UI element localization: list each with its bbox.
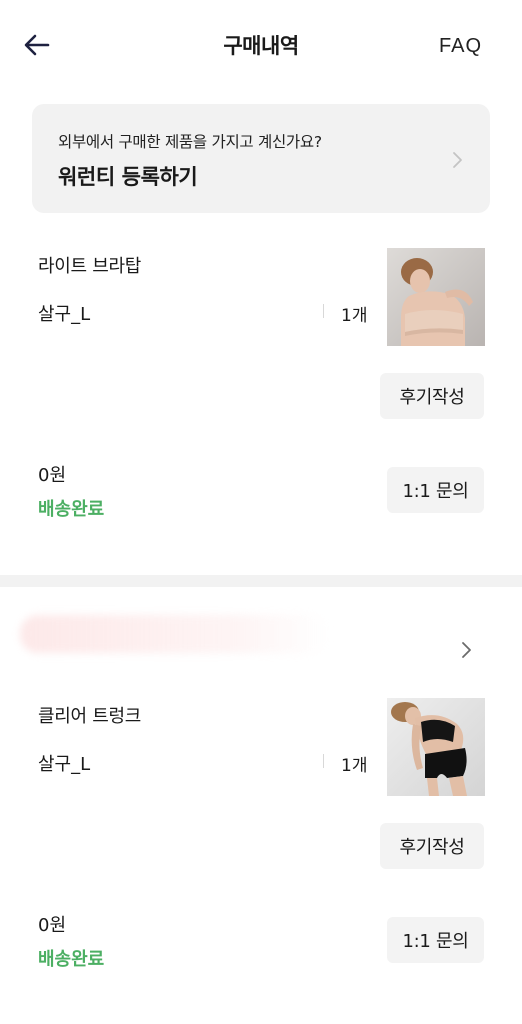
product-option: 살구_L [38, 754, 91, 775]
write-review-button[interactable]: 후기작성 [380, 823, 484, 869]
delivery-status: 배송완료 [38, 949, 105, 970]
product-quantity: 1개 [341, 756, 368, 776]
order-price: 0원 [38, 915, 67, 936]
quantity-divider [323, 754, 324, 768]
product-name[interactable]: 클리어 트렁크 [38, 702, 141, 728]
product-image [387, 698, 485, 796]
inquiry-button[interactable]: 1:1 문의 [387, 917, 484, 963]
product-thumbnail[interactable] [387, 698, 485, 796]
order-card: 클리어 트렁크 살구_L 1개 후기작성 0원 배송완료 1:1 문의 [0, 0, 522, 1024]
